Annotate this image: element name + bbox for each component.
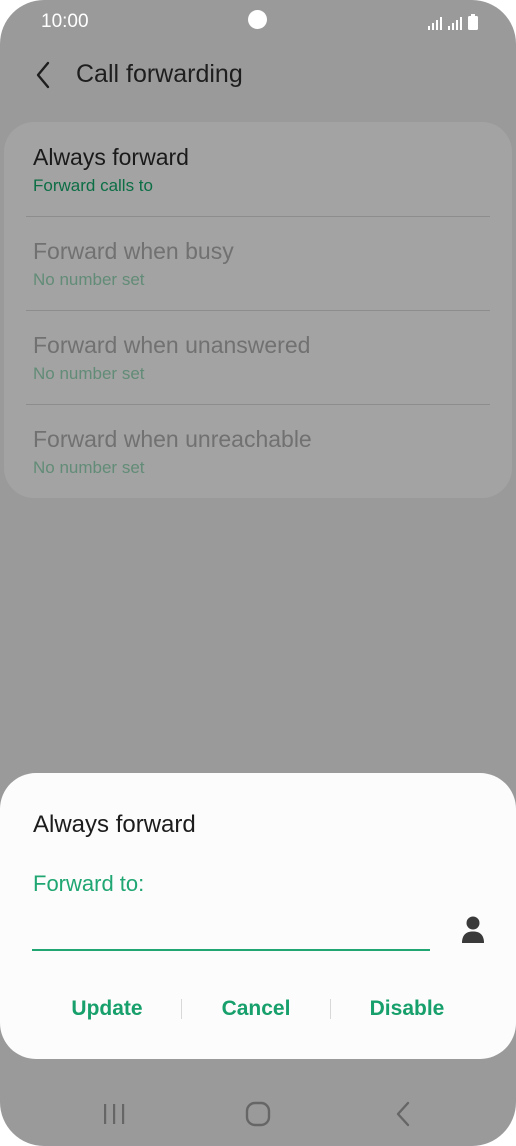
- person-icon: [462, 916, 484, 943]
- item-subtitle: No number set: [33, 364, 145, 383]
- system-back-button[interactable]: [383, 1098, 423, 1130]
- contact-picker-button[interactable]: [456, 913, 490, 947]
- chevron-left-icon: [36, 61, 50, 89]
- back-icon: [396, 1101, 410, 1127]
- app-header: Call forwarding: [0, 50, 516, 100]
- home-button[interactable]: [238, 1098, 278, 1130]
- dialog-actions: Update Cancel Disable: [0, 991, 516, 1027]
- update-button[interactable]: Update: [32, 991, 182, 1027]
- recents-icon: [104, 1104, 125, 1124]
- cancel-button[interactable]: Cancel: [182, 991, 330, 1027]
- signal-icon: [448, 17, 462, 30]
- status-bar: 10:00: [0, 0, 516, 44]
- dialog-title: Always forward: [33, 811, 196, 838]
- back-button[interactable]: [28, 58, 58, 92]
- list-item-forward-when-busy: Forward when busy No number set: [26, 216, 490, 310]
- status-icons: [428, 12, 478, 30]
- navigation-bar: [0, 1084, 516, 1144]
- signal-icon: [428, 17, 442, 30]
- forwarding-options-card: Always forward Forward calls to Forward …: [4, 122, 512, 498]
- phone-screen: 10:00 Call forwarding Always forward For…: [0, 0, 516, 1146]
- front-camera: [248, 10, 267, 29]
- item-subtitle: Forward calls to: [33, 176, 153, 195]
- item-title: Forward when busy: [33, 238, 234, 264]
- page-title: Call forwarding: [76, 60, 243, 88]
- recents-button[interactable]: [94, 1098, 134, 1130]
- item-title: Always forward: [33, 144, 189, 170]
- forward-to-label: Forward to:: [33, 871, 145, 896]
- status-time: 10:00: [41, 11, 89, 32]
- disable-button[interactable]: Disable: [331, 991, 483, 1027]
- list-item-always-forward[interactable]: Always forward Forward calls to: [26, 122, 490, 216]
- item-title: Forward when unreachable: [33, 426, 312, 452]
- item-subtitle: No number set: [33, 458, 145, 477]
- list-item-forward-when-unreachable: Forward when unreachable No number set: [26, 404, 490, 498]
- forward-number-input[interactable]: [32, 911, 430, 951]
- home-icon: [245, 1101, 271, 1127]
- item-title: Forward when unanswered: [33, 332, 311, 358]
- item-subtitle: No number set: [33, 270, 145, 289]
- battery-icon: [468, 14, 478, 30]
- always-forward-dialog: Always forward Forward to: Update Cancel…: [0, 773, 516, 1059]
- list-item-forward-when-unanswered: Forward when unanswered No number set: [26, 310, 490, 404]
